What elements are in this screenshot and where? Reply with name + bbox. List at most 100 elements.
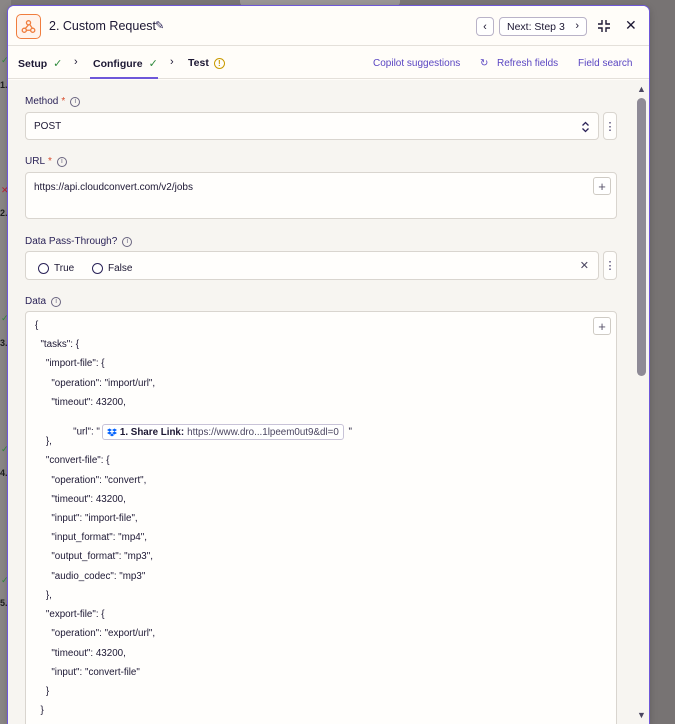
data-label-text: Data <box>25 296 47 307</box>
code-line: } <box>35 686 50 697</box>
method-options-kebab-icon[interactable]: ⋮ <box>603 112 617 140</box>
step-tabs: Setup ✓ › Configure ✓ › Test ! Copilot s… <box>8 46 649 79</box>
next-step-label: Next: Step 3 <box>507 20 565 33</box>
info-icon[interactable]: i <box>122 236 133 247</box>
scroll-up-arrow-icon[interactable]: ▲ <box>637 84 646 94</box>
insert-data-plus-icon[interactable]: + <box>593 177 611 195</box>
refresh-fields-link[interactable]: Refresh fields <box>497 58 558 69</box>
url-value: https://api.cloudconvert.com/v2/jobs <box>34 182 193 193</box>
tab-setup[interactable]: Setup ✓ <box>18 57 63 71</box>
tab-label: Test <box>188 57 209 69</box>
chevron-left-icon: ‹ <box>483 20 487 33</box>
active-tab-indicator <box>90 77 158 79</box>
data-json-editor[interactable]: + { "tasks": { "import-file": { "operati… <box>25 311 617 724</box>
chevron-right-icon: › <box>575 20 579 32</box>
code-line: "export-file": { <box>35 609 105 620</box>
info-icon[interactable]: i <box>70 96 81 107</box>
radio-false-label: False <box>108 263 133 274</box>
url-input[interactable]: https://api.cloudconvert.com/v2/jobs + <box>25 172 617 219</box>
code-line: "operation": "import/url", <box>35 378 156 389</box>
code-line: } <box>35 705 44 716</box>
step-editor-panel: 2. Custom Request ✎ ‹ Next: Step 3 › ✕ S… <box>8 6 649 724</box>
code-line: "input_format": "mp4", <box>35 532 147 543</box>
code-text: "url": " <box>56 426 100 438</box>
scrollbar-thumb[interactable] <box>637 98 646 376</box>
tab-configure[interactable]: Configure ✓ <box>93 57 158 71</box>
chevron-right-icon: › <box>74 56 78 68</box>
url-field-label: URL * i <box>25 156 67 167</box>
code-line: "timeout": 43200, <box>35 397 126 408</box>
method-select[interactable]: POST <box>25 112 599 140</box>
url-label-text: URL <box>25 156 46 167</box>
code-line: "output_format": "mp3", <box>35 551 153 562</box>
code-line: "import-file": { <box>35 358 105 369</box>
info-icon[interactable]: i <box>56 156 67 167</box>
pass-through-radio-group: True False ✕ <box>25 251 599 280</box>
radio-true-label: True <box>54 263 75 274</box>
form-scrollbar[interactable]: ▲ ▼ <box>634 80 649 724</box>
radio-circle <box>38 263 49 274</box>
webhook-app-icon <box>16 14 41 39</box>
next-step-button[interactable]: Next: Step 3 › <box>499 17 587 36</box>
info-icon[interactable]: i <box>51 296 62 307</box>
code-line-url: "url": " 1. Share Link: https://www.dro.… <box>35 413 352 451</box>
code-line: "tasks": { <box>35 339 79 350</box>
radio-false[interactable]: False <box>92 263 132 274</box>
tab-label: Configure <box>93 57 143 70</box>
edit-title-pencil-icon[interactable]: ✎ <box>155 19 164 32</box>
canvas-step-number: 3. <box>0 338 8 348</box>
code-line: }, <box>35 590 52 601</box>
refresh-icon[interactable]: ↻ <box>480 58 488 69</box>
close-panel-icon[interactable]: ✕ <box>625 17 637 34</box>
tab-test[interactable]: Test ! <box>188 57 225 69</box>
pass-through-field-label: Data Pass-Through? i <box>25 236 133 247</box>
canvas-step-number: 1. <box>0 80 8 90</box>
field-search-link[interactable]: Field search <box>578 58 632 69</box>
method-value: POST <box>34 121 62 132</box>
method-label-text: Method <box>25 96 59 107</box>
check-icon: ✓ <box>148 58 158 70</box>
panel-header: 2. Custom Request ✎ ‹ Next: Step 3 › ✕ <box>8 6 649 46</box>
pass-through-label-text: Data Pass-Through? <box>25 236 118 247</box>
step-title: 2. Custom Request <box>49 19 156 33</box>
code-line: }, <box>35 436 52 447</box>
warning-icon: ! <box>213 57 225 69</box>
code-line: "convert-file": { <box>35 455 110 466</box>
clear-selection-x-icon[interactable]: ✕ <box>580 259 589 272</box>
mapped-field-pill[interactable]: 1. Share Link: https://www.dro...1lpeem0… <box>101 424 344 440</box>
canvas-step-number: 2. <box>0 208 8 218</box>
required-marker: * <box>48 156 52 167</box>
code-line: "audio_codec": "mp3" <box>35 571 146 582</box>
chevron-right-icon: › <box>170 56 174 68</box>
scroll-down-arrow-icon[interactable]: ▼ <box>637 710 646 720</box>
configure-form: Method * i POST ⋮ URL * i https://api.cl… <box>8 80 649 724</box>
code-line: "timeout": 43200, <box>35 494 126 505</box>
code-line: "operation": "export/url", <box>35 628 156 639</box>
copilot-suggestions-link[interactable]: Copilot suggestions <box>373 58 460 69</box>
method-field-label: Method * i <box>25 96 81 107</box>
code-line: "input": "convert-file" <box>35 667 140 678</box>
dropbox-icon <box>106 428 117 436</box>
data-field-label: Data i <box>25 296 62 307</box>
radio-circle <box>92 263 103 274</box>
webhook-icon <box>21 20 36 33</box>
canvas-step-number: 4. <box>0 468 8 478</box>
previous-step-button[interactable]: ‹ <box>476 17 494 36</box>
canvas-right-area <box>650 0 675 724</box>
code-line: "input": "import-file", <box>35 513 138 524</box>
pass-through-options-kebab-icon[interactable]: ⋮ <box>603 251 617 280</box>
code-line: "operation": "convert", <box>35 475 147 486</box>
pill-value: https://www.dro...1lpeem0ut9&dl=0 <box>187 426 339 438</box>
radio-true[interactable]: True <box>38 263 74 274</box>
insert-data-plus-icon[interactable]: + <box>593 317 611 335</box>
select-chevron-icon <box>582 121 589 133</box>
collapse-panel-icon[interactable] <box>597 19 611 33</box>
code-line: "timeout": 43200, <box>35 648 126 659</box>
check-icon: ✓ <box>53 58 63 70</box>
pill-step-label: 1. Share Link: <box>119 426 185 438</box>
tab-label: Setup <box>18 57 48 70</box>
code-text: " <box>345 426 353 438</box>
canvas-step-number: 5. <box>0 598 8 608</box>
required-marker: * <box>61 96 66 107</box>
code-line: { <box>35 320 39 331</box>
